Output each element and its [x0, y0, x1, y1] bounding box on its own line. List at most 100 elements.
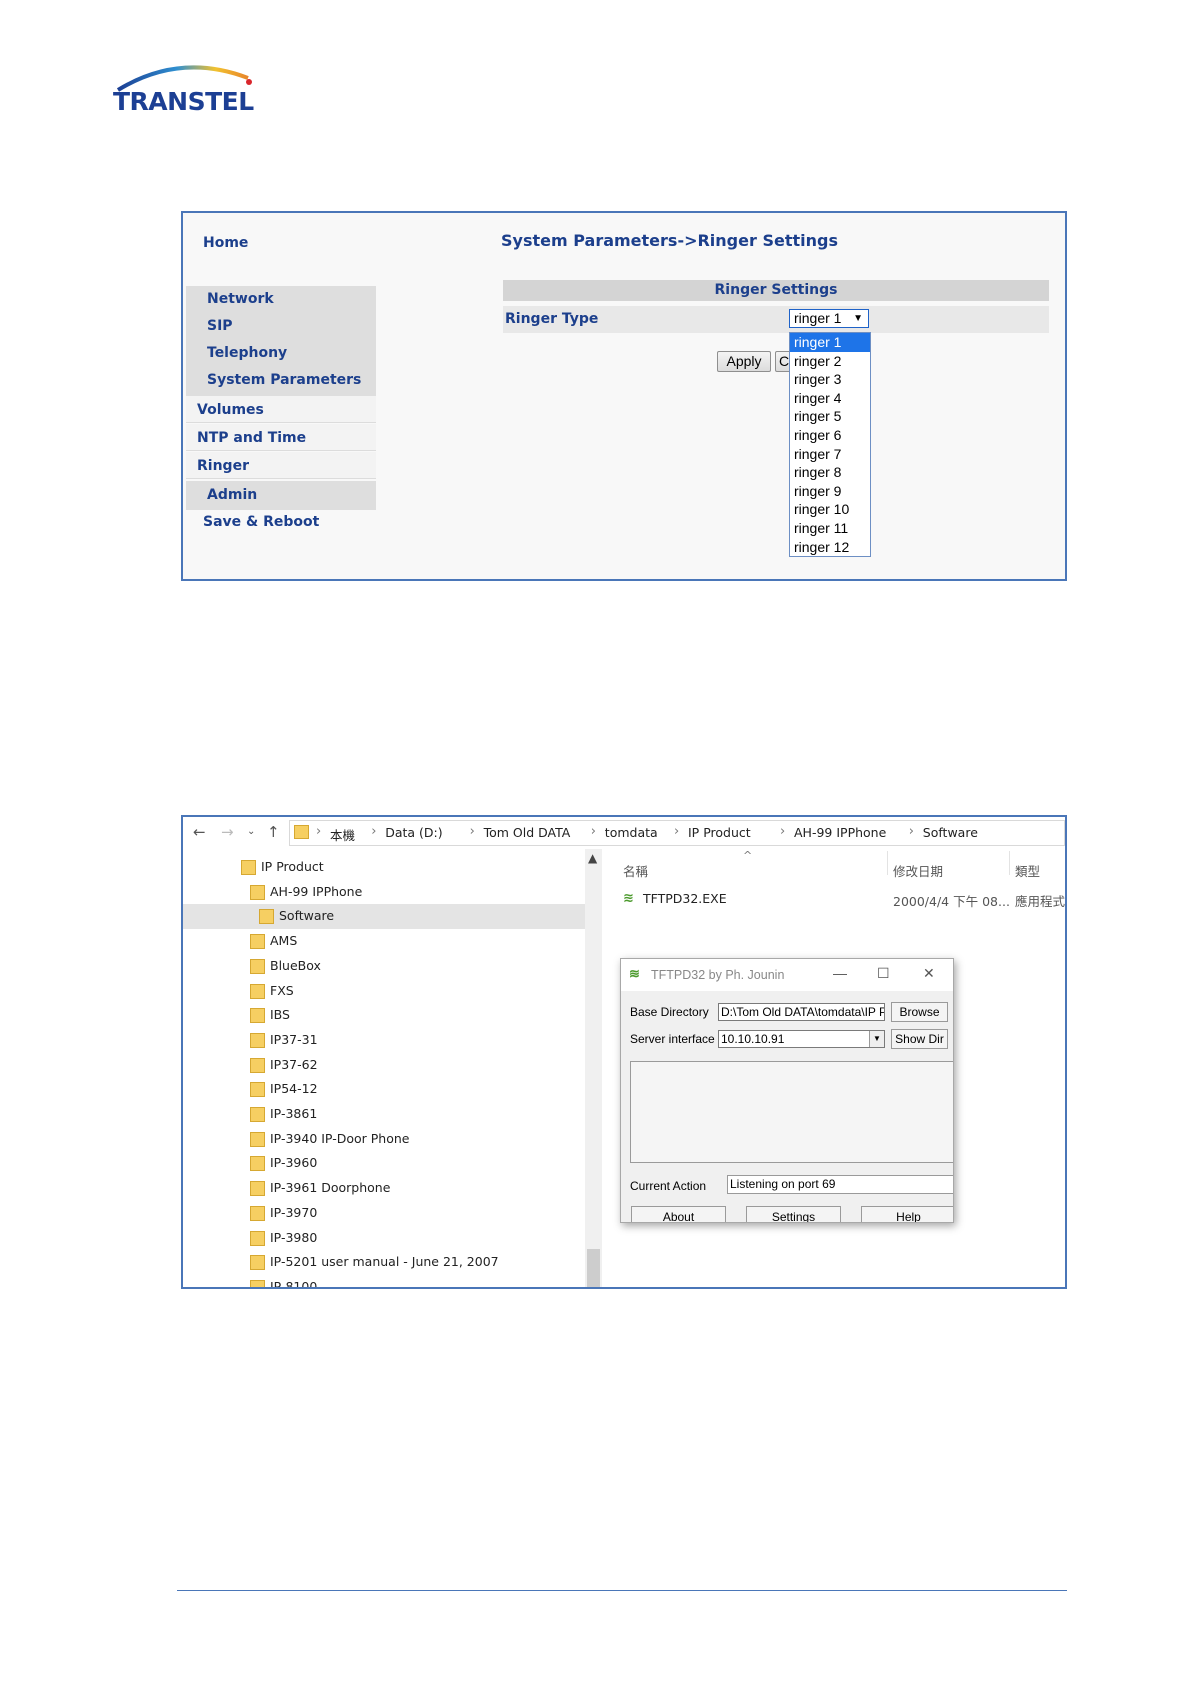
scroll-thumb[interactable] [587, 1249, 600, 1287]
tree-scrollbar[interactable]: ▲ [585, 849, 602, 1287]
ringer-option[interactable]: ringer 12 [790, 538, 870, 557]
maximize-icon[interactable]: ☐ [877, 965, 890, 982]
column-type[interactable]: 類型 [1015, 861, 1040, 880]
tree-item[interactable]: IP-3980 [183, 1226, 585, 1251]
tree-item[interactable]: BlueBox [183, 954, 585, 979]
ringer-type-select[interactable]: ringer 1 ▼ [789, 309, 869, 328]
menu-system-parameters[interactable]: System Parameters [207, 372, 361, 388]
ringer-option[interactable]: ringer 3 [790, 370, 870, 389]
tree-item[interactable]: IBS [183, 1003, 585, 1028]
menu-admin[interactable]: Admin [207, 487, 257, 503]
ringer-option[interactable]: ringer 6 [790, 426, 870, 445]
page-title: System Parameters->Ringer Settings [501, 231, 838, 250]
breadcrumb-separator-icon[interactable]: › [591, 824, 596, 839]
tree-item[interactable]: AH-99 IPPhone [183, 880, 585, 905]
tree-item[interactable]: Software [183, 904, 585, 930]
tftp-titlebar[interactable]: ≋ TFTPD32 by Ph. Jounin — ☐ ✕ [621, 959, 953, 991]
breadcrumb-separator-icon[interactable]: › [316, 824, 321, 839]
base-directory-field[interactable]: D:\Tom Old DATA\tomdata\IP Pr [718, 1003, 885, 1021]
breadcrumb-item[interactable]: IP Product [688, 825, 751, 840]
folder-icon [250, 1279, 265, 1287]
breadcrumb-item[interactable]: AH-99 IPPhone [794, 825, 886, 840]
settings-button[interactable]: Settings [746, 1206, 841, 1222]
tree-item-label: IP-3940 IP-Door Phone [270, 1130, 410, 1146]
breadcrumb-item[interactable]: Software [923, 825, 978, 840]
breadcrumb-item[interactable]: Data (D:) [385, 825, 442, 840]
breadcrumb-separator-icon[interactable]: › [371, 824, 376, 839]
tree-item[interactable]: IP-8100 [183, 1275, 585, 1287]
recent-dropdown-icon[interactable]: ⌄ [247, 826, 255, 837]
tree-item[interactable]: IP54-12 [183, 1077, 585, 1102]
folder-icon [250, 934, 265, 950]
menu-telephony[interactable]: Telephony [207, 345, 287, 361]
about-button[interactable]: About [631, 1206, 726, 1222]
ringer-option[interactable]: ringer 9 [790, 482, 870, 501]
transtel-logo: TransTel [110, 58, 270, 118]
ringer-option[interactable]: ringer 10 [790, 500, 870, 519]
column-separator [887, 851, 888, 875]
close-icon[interactable]: ✕ [923, 965, 935, 982]
current-action-field: Listening on port 69 [727, 1175, 953, 1194]
menu-save-reboot[interactable]: Save & Reboot [203, 514, 319, 530]
folder-icon [250, 1107, 265, 1122]
column-name[interactable]: 名稱 [623, 861, 648, 880]
tree-item-label: AMS [270, 933, 298, 949]
tree-item[interactable]: IP37-31 [183, 1028, 585, 1053]
breadcrumb[interactable]: › 本機 › Data (D:) › Tom Old DATA › tomdata › IP Pr… [289, 820, 1065, 846]
folder-icon [259, 909, 274, 925]
tree-item[interactable]: IP Product [183, 855, 585, 880]
column-separator [1009, 851, 1010, 875]
tree-item[interactable]: AMS [183, 929, 585, 954]
folder-icon [250, 1230, 265, 1246]
tree-item[interactable]: IP37-62 [183, 1053, 585, 1078]
apply-button[interactable]: Apply [717, 351, 771, 372]
tree-item[interactable]: IP-3961 Doorphone [183, 1176, 585, 1201]
ringer-option[interactable]: ringer 5 [790, 407, 870, 426]
dropdown-arrow-icon: ▼ [853, 313, 863, 324]
breadcrumb-item[interactable]: tomdata [605, 825, 658, 840]
server-interface-value: 10.10.10.91 [721, 1032, 785, 1046]
breadcrumb-item[interactable]: 本機 [330, 825, 355, 844]
breadcrumb-separator-icon[interactable]: › [909, 824, 914, 839]
file-row[interactable]: ≋ TFTPD32.EXE 2000/4/4 下午 08... 應用程式 [623, 889, 1066, 909]
breadcrumb-separator-icon[interactable]: › [470, 824, 475, 839]
log-area[interactable] [630, 1061, 953, 1163]
ringer-option[interactable]: ringer 2 [790, 352, 870, 371]
folder-icon [250, 1008, 265, 1024]
show-dir-button[interactable]: Show Dir [891, 1029, 948, 1049]
tree-item[interactable]: IP-3940 IP-Door Phone [183, 1127, 585, 1152]
back-arrow-icon[interactable]: ← [193, 823, 206, 841]
forward-arrow-icon[interactable]: → [221, 823, 234, 841]
breadcrumb-separator-icon[interactable]: › [780, 824, 785, 839]
tree-item[interactable]: IP-3861 [183, 1102, 585, 1127]
ringer-option[interactable]: ringer 8 [790, 463, 870, 482]
combo-arrow-icon[interactable]: ▼ [869, 1031, 884, 1047]
menu-volumes[interactable]: Volumes [186, 396, 376, 423]
ringer-option[interactable]: ringer 11 [790, 519, 870, 538]
scroll-up-icon[interactable]: ▲ [588, 851, 597, 865]
minimize-icon[interactable]: — [833, 965, 847, 981]
tree-item[interactable]: IP-3970 [183, 1201, 585, 1226]
menu-sip[interactable]: SIP [207, 318, 233, 334]
ringer-options-list: ringer 1 ringer 2 ringer 3 ringer 4 ringer 5… [789, 332, 871, 557]
tree-item[interactable]: IP-3960 [183, 1151, 585, 1176]
ringer-option[interactable]: ringer 1 [790, 333, 870, 352]
server-interface-select[interactable]: 10.10.10.91 ▼ [718, 1030, 885, 1048]
file-type: 應用程式 [1015, 894, 1066, 909]
tree-item[interactable]: FXS [183, 979, 585, 1004]
tree-item[interactable]: IP-5201 user manual - June 21, 2007 [183, 1250, 585, 1275]
menu-ringer[interactable]: Ringer [186, 452, 376, 479]
browse-button[interactable]: Browse [891, 1002, 948, 1022]
ringer-option[interactable]: ringer 7 [790, 445, 870, 464]
help-button[interactable]: Help [861, 1206, 953, 1222]
breadcrumb-separator-icon[interactable]: › [674, 824, 679, 839]
tree-item-label: IP37-62 [270, 1056, 318, 1072]
column-modified[interactable]: 修改日期 [893, 861, 943, 880]
menu-ntp-time[interactable]: NTP and Time [186, 424, 376, 451]
menu-home[interactable]: Home [203, 235, 248, 251]
ringer-option[interactable]: ringer 4 [790, 389, 870, 408]
up-arrow-icon[interactable]: ↑ [267, 823, 280, 841]
tftp-title: TFTPD32 by Ph. Jounin [651, 968, 785, 982]
breadcrumb-item[interactable]: Tom Old DATA [484, 825, 571, 840]
menu-network[interactable]: Network [207, 291, 274, 307]
